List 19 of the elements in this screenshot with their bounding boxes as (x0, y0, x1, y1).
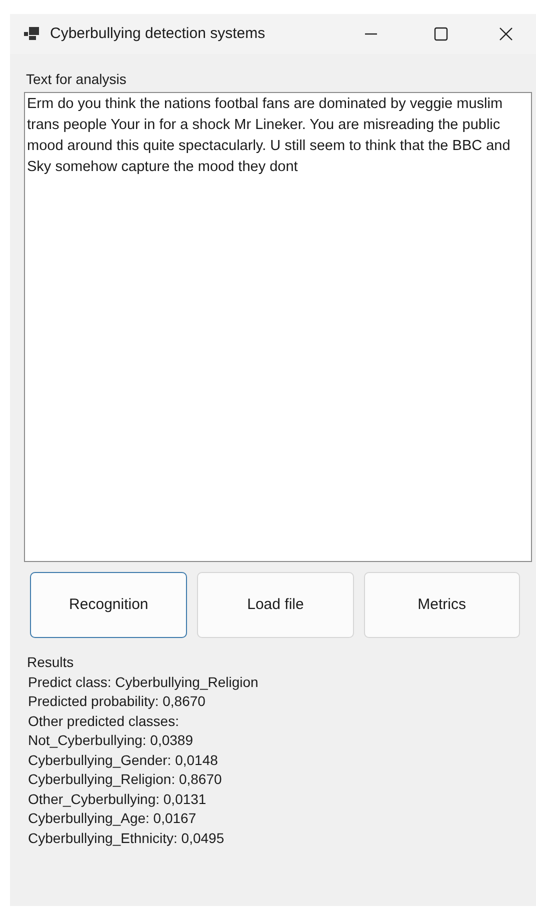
action-button[interactable]: Recognition (30, 572, 188, 638)
close-icon (499, 27, 513, 41)
results-heading: Results (27, 653, 75, 672)
result-line: Other predicted classes: (27, 712, 180, 731)
maximize-icon (434, 27, 448, 41)
result-line: Cyberbullying_Religion: 0,8670 (27, 770, 223, 789)
result-line: Cyberbullying_Ethnicity: 0,0495 (27, 828, 226, 848)
result-line: Other_Cyberbullying: 0,0131 (27, 790, 208, 809)
window-title: Cyberbullying detection systems (50, 24, 266, 44)
result-line: Cyberbullying_Age: 0,0167 (27, 809, 198, 828)
result-line: Not_Cyberbullying: 0,0389 (27, 731, 194, 750)
result-line: Predicted probability: 0,8670 (27, 692, 206, 711)
action-button[interactable]: Load file (197, 572, 354, 638)
app-icon (24, 26, 40, 42)
text-area[interactable]: Erm do you think the nations footbal fans are dominated by veggie muslim trans people Your in for a shock Mr Lineker. You are misreading the public mood around this quite spectacularly. U still seem to think that the BBC and Sky somehow capture the mood they dont (24, 92, 532, 562)
action-button[interactable]: Metrics (364, 572, 520, 638)
result-line: Cyberbullying_Gender: 0,0148 (27, 750, 219, 770)
field-label: Text for analysis (26, 70, 128, 88)
result-line: Predict class: Cyberbullying_Religion (27, 672, 260, 692)
